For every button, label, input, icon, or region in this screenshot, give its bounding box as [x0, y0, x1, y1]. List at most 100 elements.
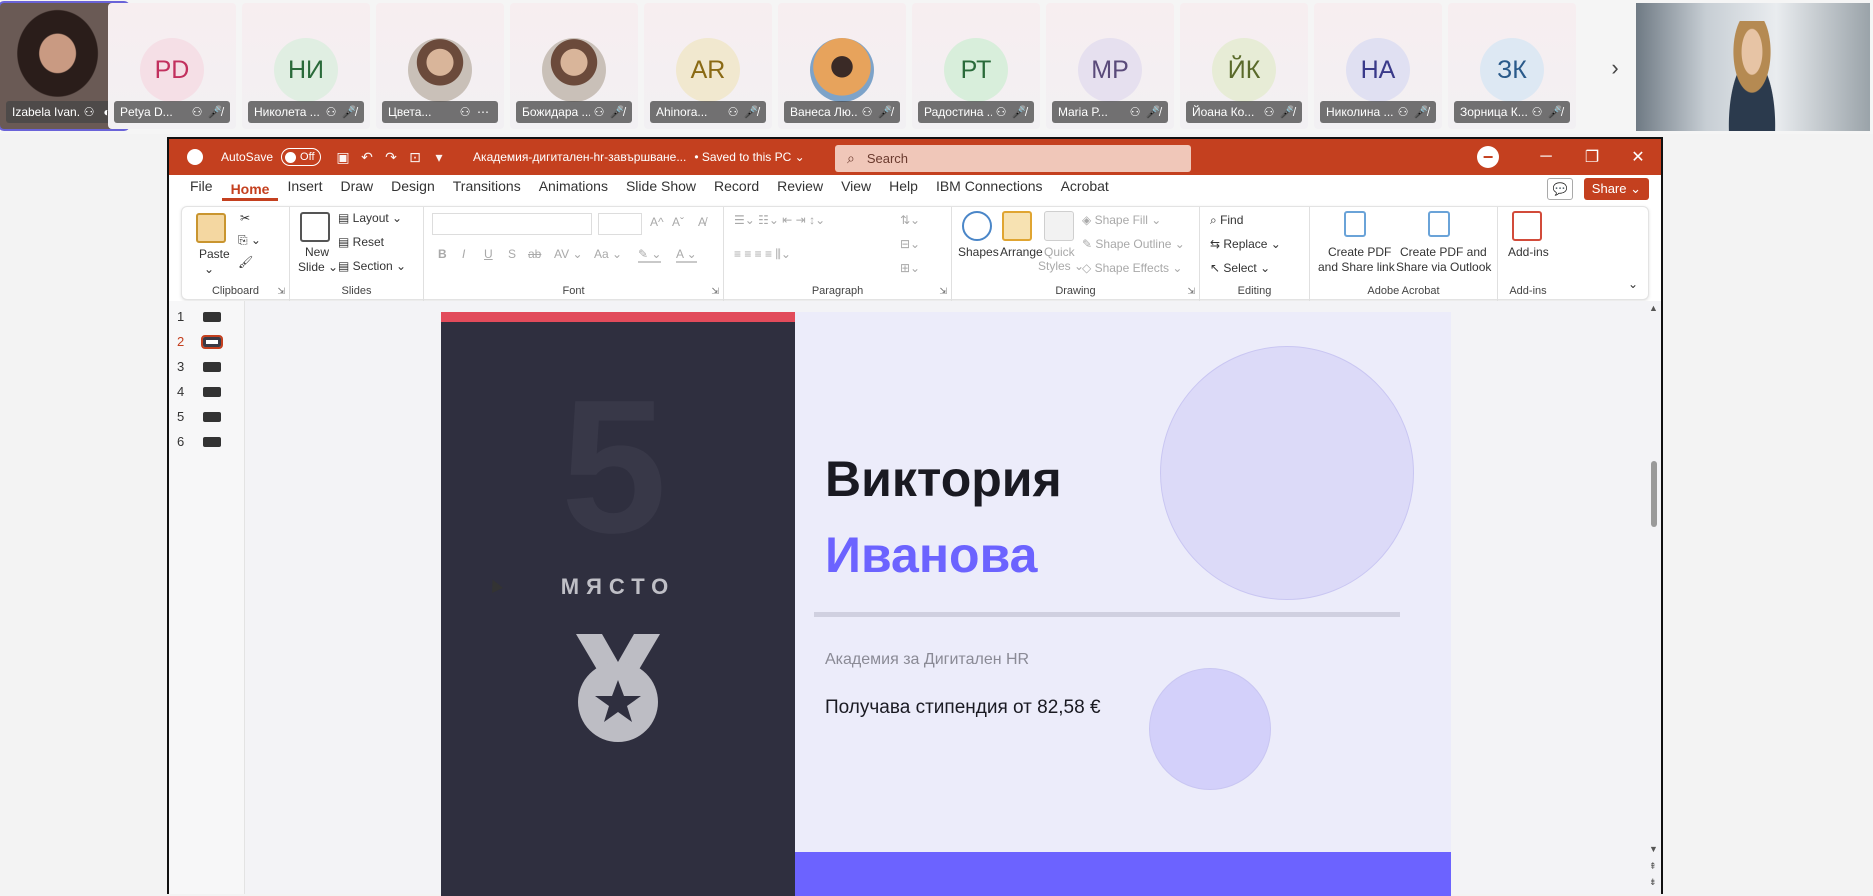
slide-thumbnail[interactable]: 5 [177, 409, 221, 424]
underline-button[interactable]: U [484, 247, 493, 261]
tab-acrobat[interactable]: Acrobat [1052, 178, 1118, 201]
shapes-icon[interactable] [962, 211, 992, 241]
autosave-toggle[interactable]: Off [281, 148, 322, 166]
spacing-button[interactable]: AV ⌄ [554, 247, 583, 261]
next-slide-icon[interactable]: ⇟ [1649, 877, 1657, 888]
tab-insert[interactable]: Insert [278, 178, 331, 201]
shape-fill-button[interactable]: ◈ Shape Fill ⌄ [1082, 213, 1161, 227]
tab-draw[interactable]: Draw [331, 178, 382, 201]
font-size-select[interactable] [598, 213, 642, 235]
create-pdf-outlook-label2[interactable]: Share via Outlook [1396, 260, 1491, 274]
bullets-icon[interactable]: ☰⌄ ☷⌄ ⇤ ⇥ ↕⌄ [734, 213, 825, 227]
customize-qat-icon[interactable]: ▾ [427, 149, 451, 166]
participant-tile[interactable]: НА Николина ... ⚇ 🎤̸ [1314, 3, 1442, 129]
minimize-button[interactable]: ─ [1523, 148, 1569, 166]
copy-icon[interactable]: ⎘ ⌄ [238, 233, 261, 248]
layout-button[interactable]: ▤ Layout ⌄ [338, 211, 402, 225]
find-button[interactable]: ⌕ Find [1210, 213, 1243, 228]
participant-tile[interactable]: НИ Николета ... ⚇ 🎤̸ [242, 3, 370, 129]
participant-tile[interactable]: ЙК Йоана Ко... ⚇ 🎤̸ [1180, 3, 1308, 129]
tab-ibm-connections[interactable]: IBM Connections [927, 178, 1052, 201]
create-pdf-outlook-icon[interactable] [1428, 211, 1450, 237]
addins-button[interactable]: Add-ins [1508, 245, 1549, 259]
comments-button[interactable]: 💬 [1547, 178, 1573, 200]
tab-view[interactable]: View [832, 178, 880, 201]
participant-tile[interactable]: Ванеса Лю... ⚇ 🎤̸ [778, 3, 906, 129]
quick-styles-dropdown[interactable]: Styles ⌄ [1038, 259, 1084, 273]
font-launcher-icon[interactable]: ⇲ [711, 286, 719, 297]
smartart-icon[interactable]: ⊞⌄ [900, 261, 920, 275]
tab-home[interactable]: Home [221, 181, 279, 201]
create-pdf-outlook-button[interactable]: Create PDF and [1400, 245, 1487, 259]
reset-button[interactable]: ▤ Reset [338, 235, 384, 249]
participant-tile[interactable]: Цвета... ⚇ ⋯ [376, 3, 504, 129]
slide-thumbnail[interactable]: 4 [177, 384, 221, 399]
saved-status[interactable]: • Saved to this PC ⌄ [694, 150, 804, 164]
slide-canvas[interactable]: 5 МЯСТО Виктория Иванова Академия за Диг… [441, 312, 1451, 896]
speaker-video[interactable] [1636, 3, 1870, 131]
replace-button[interactable]: ⇆ Replace ⌄ [1210, 237, 1281, 251]
clear-formatting-icon[interactable]: A̸ [698, 215, 706, 229]
arrange-icon[interactable] [1002, 211, 1032, 241]
save-icon[interactable]: ▣ [331, 149, 355, 166]
undo-icon[interactable]: ↶ [355, 149, 379, 166]
quick-styles-button[interactable]: Quick [1044, 245, 1075, 259]
cut-icon[interactable]: ✂ [240, 211, 250, 225]
slide-thumbnail[interactable]: 3 [177, 359, 221, 374]
restore-button[interactable]: ❐ [1569, 147, 1615, 167]
participant-tile[interactable]: Божидара ... ⚇ 🎤̸ [510, 3, 638, 129]
next-participants-button[interactable]: › [1600, 48, 1630, 88]
shrink-font-button[interactable]: Aˇ [672, 215, 684, 229]
shapes-button[interactable]: Shapes [958, 245, 999, 259]
align-text-icon[interactable]: ⊟⌄ [900, 237, 920, 251]
paragraph-launcher-icon[interactable]: ⇲ [939, 286, 947, 297]
new-slide-icon[interactable] [300, 212, 330, 242]
tab-review[interactable]: Review [768, 178, 832, 201]
tab-help[interactable]: Help [880, 178, 927, 201]
close-button[interactable]: ✕ [1615, 147, 1661, 167]
shadow-button[interactable]: S [508, 247, 516, 261]
scroll-down-icon[interactable]: ▼ [1649, 844, 1658, 854]
slide-thumbnail[interactable]: 6 [177, 434, 221, 449]
scroll-thumb[interactable] [1651, 461, 1657, 527]
shape-effects-button[interactable]: ◇ Shape Effects ⌄ [1082, 261, 1182, 275]
new-slide-dropdown[interactable]: Slide ⌄ [298, 260, 338, 274]
drawing-launcher-icon[interactable]: ⇲ [1187, 286, 1195, 297]
create-pdf-share-link-label2[interactable]: and Share link [1318, 260, 1395, 274]
create-pdf-share-link-button[interactable]: Create PDF [1328, 245, 1391, 259]
bold-button[interactable]: B [438, 247, 447, 261]
tab-record[interactable]: Record [705, 178, 768, 201]
slide-thumbnail[interactable]: 2 [177, 334, 223, 349]
format-painter-icon[interactable]: 🖌 [238, 255, 253, 269]
tab-design[interactable]: Design [382, 178, 444, 201]
grow-font-button[interactable]: A^ [650, 215, 664, 229]
font-name-select[interactable] [432, 213, 592, 235]
highlight-icon[interactable]: ✎ ⌄ [638, 247, 662, 263]
participant-tile[interactable]: РТ Радостина ... ⚇ 🎤̸ [912, 3, 1040, 129]
share-button[interactable]: Share ⌄ [1583, 178, 1649, 200]
tab-transitions[interactable]: Transitions [444, 178, 530, 201]
text-direction-icon[interactable]: ⇅⌄ [900, 213, 920, 227]
vertical-scrollbar[interactable]: ▲ ▼ ⇞ ⇟ [1647, 301, 1661, 894]
paste-icon[interactable] [196, 213, 226, 243]
select-button[interactable]: ↖ Select ⌄ [1210, 261, 1270, 275]
arrange-button[interactable]: Arrange [1000, 245, 1043, 259]
quick-styles-icon[interactable] [1044, 211, 1074, 241]
tab-slide-show[interactable]: Slide Show [617, 178, 705, 201]
participant-tile[interactable]: МР Maria P... ⚇ 🎤̸ [1046, 3, 1174, 129]
present-icon[interactable]: ⊡ [403, 149, 427, 166]
tab-file[interactable]: File [181, 178, 222, 201]
document-title[interactable]: Академия-дигитален-hr-завършване... [473, 150, 686, 164]
addins-icon[interactable] [1512, 211, 1542, 241]
tab-animations[interactable]: Animations [530, 178, 617, 201]
scroll-up-icon[interactable]: ▲ [1649, 303, 1658, 313]
italic-button[interactable]: I [462, 247, 465, 261]
collapse-ribbon-icon[interactable]: ⌄ [1628, 277, 1638, 291]
font-color-icon[interactable]: A ⌄ [676, 247, 697, 263]
section-button[interactable]: ▤ Section ⌄ [338, 259, 406, 273]
change-case-button[interactable]: Aa ⌄ [594, 247, 622, 261]
slide-thumbnail[interactable]: 1 [177, 309, 221, 324]
shape-outline-button[interactable]: ✎ Shape Outline ⌄ [1082, 237, 1185, 251]
redo-icon[interactable]: ↷ [379, 149, 403, 166]
paste-button[interactable]: Paste [199, 247, 230, 261]
